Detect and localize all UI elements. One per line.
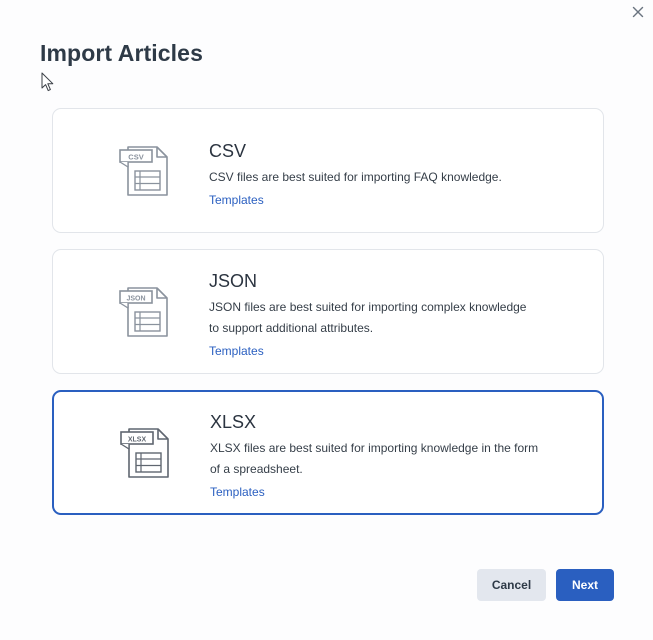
import-articles-dialog: Import Articles CSV CSV CSV files are be… xyxy=(0,0,653,640)
mouse-pointer-icon xyxy=(41,72,55,92)
cancel-button[interactable]: Cancel xyxy=(477,569,546,601)
option-name: CSV xyxy=(209,141,247,161)
xlsx-file-icon: XLSX xyxy=(120,427,170,479)
csv-file-icon: CSV xyxy=(119,145,169,197)
templates-link[interactable]: Templates xyxy=(210,483,265,501)
file-icon-badge: JSON xyxy=(126,296,145,303)
templates-link[interactable]: Templates xyxy=(209,342,264,360)
option-description: JSON files are best suited for importing… xyxy=(209,300,527,335)
option-description: XLSX files are best suited for importing… xyxy=(210,441,539,476)
file-icon-badge: CSV xyxy=(128,153,143,162)
file-icon-badge: XLSX xyxy=(128,437,147,444)
templates-link[interactable]: Templates xyxy=(209,191,264,209)
dialog-title: Import Articles xyxy=(40,40,203,66)
option-name: XLSX xyxy=(210,412,257,432)
option-card-xlsx[interactable]: XLSX XLSX XLSX files are best suited for… xyxy=(52,390,604,515)
option-card-json[interactable]: JSON JSON JSON files are best suited for… xyxy=(52,249,604,374)
json-file-icon: JSON xyxy=(119,286,169,338)
option-card-csv[interactable]: CSV CSV CSV files are best suited for im… xyxy=(52,108,604,233)
option-description: CSV files are best suited for importing … xyxy=(209,170,502,184)
option-name: JSON xyxy=(209,271,258,291)
close-icon[interactable] xyxy=(629,3,647,21)
next-button[interactable]: Next xyxy=(556,569,614,601)
